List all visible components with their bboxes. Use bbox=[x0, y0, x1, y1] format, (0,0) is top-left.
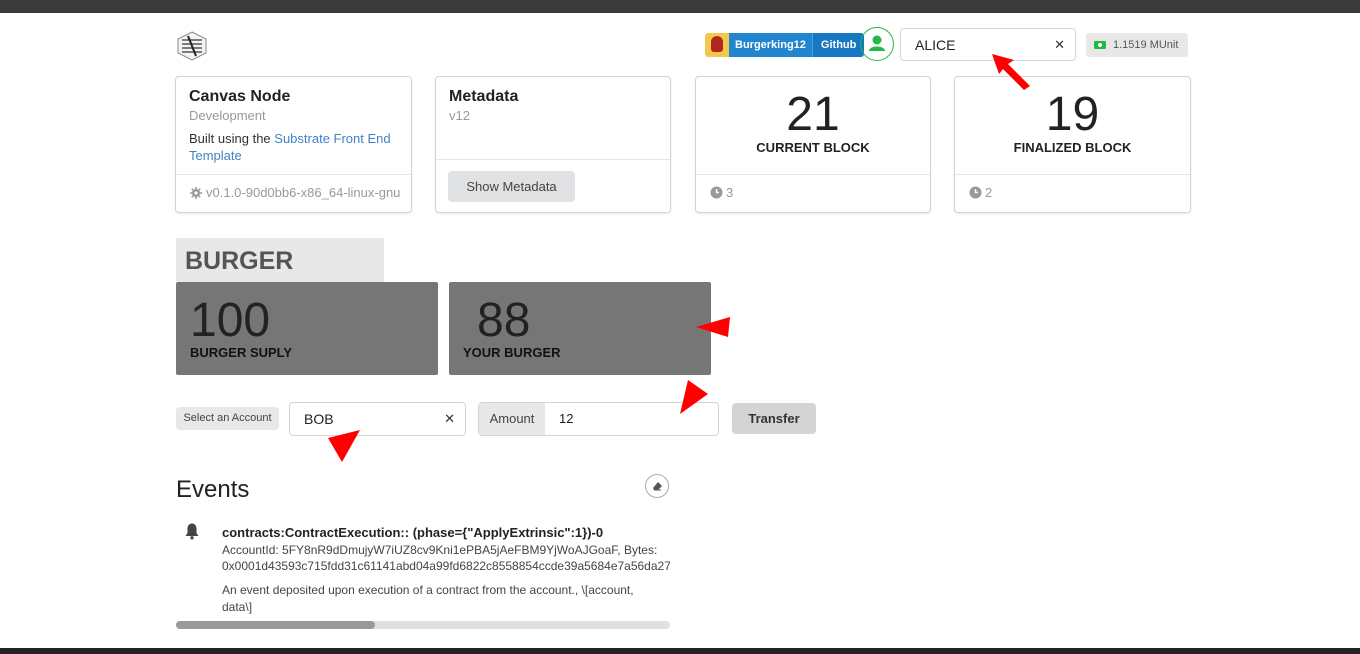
event-data-line-2: 0x0001d43593c715fdd31c61141abd04a99fd682… bbox=[222, 559, 670, 573]
burger-supply-label: BURGER SUPLY bbox=[190, 345, 293, 360]
clear-events-button[interactable] bbox=[645, 474, 669, 498]
balance-badge: 1.1519 MUnit bbox=[1086, 33, 1189, 57]
current-block-card: 21 CURRENT BLOCK 3 bbox=[695, 76, 931, 213]
burger-token-title: BURGER TOKEN bbox=[176, 238, 384, 321]
finalized-block-footer: 2 bbox=[955, 174, 1190, 212]
balance-value: 1.1519 MUnit bbox=[1113, 39, 1179, 51]
amount-input[interactable]: 12 bbox=[545, 403, 573, 435]
events-scrollbar-thumb[interactable] bbox=[176, 621, 375, 629]
account-user-icon[interactable] bbox=[860, 27, 894, 61]
transfer-button[interactable]: Transfer bbox=[732, 403, 816, 434]
current-block-time: 3 bbox=[726, 185, 734, 200]
clock-icon bbox=[710, 186, 723, 199]
node-chain: Development bbox=[189, 108, 266, 123]
clock-icon bbox=[969, 186, 982, 199]
finalized-block-card: 19 FINALIZED BLOCK 2 bbox=[954, 76, 1191, 213]
event-data-line-1: AccountId: 5FY8nR9dDmujyW7iUZ8cv9Kni1ePB… bbox=[222, 543, 658, 557]
node-version: v0.1.0-90d0bb6-x86_64-linux-gnu bbox=[206, 185, 401, 200]
event-description: An event deposited upon execution of a c… bbox=[222, 583, 634, 614]
show-metadata-button[interactable]: Show Metadata bbox=[448, 171, 575, 202]
node-info-card: Canvas Node Development Built using the … bbox=[175, 76, 412, 213]
finalized-block-number: 19 bbox=[1045, 88, 1100, 141]
recipient-account-dropdown[interactable]: BOB ✕ bbox=[289, 402, 466, 436]
gear-icon bbox=[190, 187, 202, 199]
user-icon bbox=[869, 35, 885, 51]
taskbar bbox=[0, 648, 1360, 654]
annotation-arrow-icon bbox=[328, 430, 360, 462]
account-dropdown-value: ALICE bbox=[915, 37, 956, 53]
annotation-arrow-icon bbox=[992, 54, 1030, 90]
clear-icon[interactable]: ✕ bbox=[444, 403, 455, 435]
github-badge[interactable]: Burgerking12 Github bbox=[705, 33, 865, 57]
github-link[interactable]: Github bbox=[811, 33, 865, 57]
finalized-block-label: FINALIZED BLOCK bbox=[1013, 140, 1132, 155]
node-version-footer: v0.1.0-90d0bb6-x86_64-linux-gnu bbox=[176, 174, 411, 212]
your-burger-label: YOUR BURGER bbox=[463, 345, 561, 360]
burger-supply-value: 100 bbox=[190, 294, 271, 347]
money-icon bbox=[1094, 41, 1106, 49]
annotation-arrow-icon bbox=[696, 317, 730, 337]
github-avatar bbox=[705, 33, 729, 57]
current-block-footer: 3 bbox=[696, 174, 930, 212]
metadata-version: v12 bbox=[449, 108, 470, 123]
node-description-text: Built using the bbox=[189, 131, 275, 146]
account-dropdown[interactable]: ALICE ✕ bbox=[900, 28, 1076, 61]
current-block-number: 21 bbox=[786, 88, 840, 141]
event-heading: contracts:ContractExecution:: (phase={"A… bbox=[222, 525, 604, 540]
amount-label: Amount bbox=[479, 403, 545, 435]
node-description: Built using the Substrate Front End Temp… bbox=[189, 130, 399, 164]
finalized-block-time: 2 bbox=[985, 185, 993, 200]
substrate-logo-icon[interactable] bbox=[176, 30, 208, 62]
your-burger-value: 88 bbox=[477, 294, 531, 347]
annotation-arrow-icon bbox=[680, 380, 708, 414]
burger-supply-box: 100 BURGER SUPLY bbox=[176, 282, 438, 375]
clear-icon[interactable]: ✕ bbox=[1054, 29, 1065, 61]
github-username[interactable]: Burgerking12 bbox=[729, 33, 812, 57]
select-account-label: Select an Account bbox=[176, 407, 279, 430]
node-name: Canvas Node bbox=[189, 88, 291, 105]
your-burger-box: 88 YOUR BURGER bbox=[449, 282, 711, 375]
browser-bookmarks-bar bbox=[0, 0, 1360, 13]
current-block-label: CURRENT BLOCK bbox=[756, 140, 870, 155]
bell-icon bbox=[185, 523, 199, 540]
events-title: Events bbox=[176, 476, 250, 503]
eraser-icon bbox=[653, 482, 662, 491]
metadata-card: Metadata v12 Show Metadata bbox=[435, 76, 671, 213]
metadata-footer: Show Metadata bbox=[436, 159, 670, 212]
metadata-title: Metadata bbox=[449, 88, 519, 105]
